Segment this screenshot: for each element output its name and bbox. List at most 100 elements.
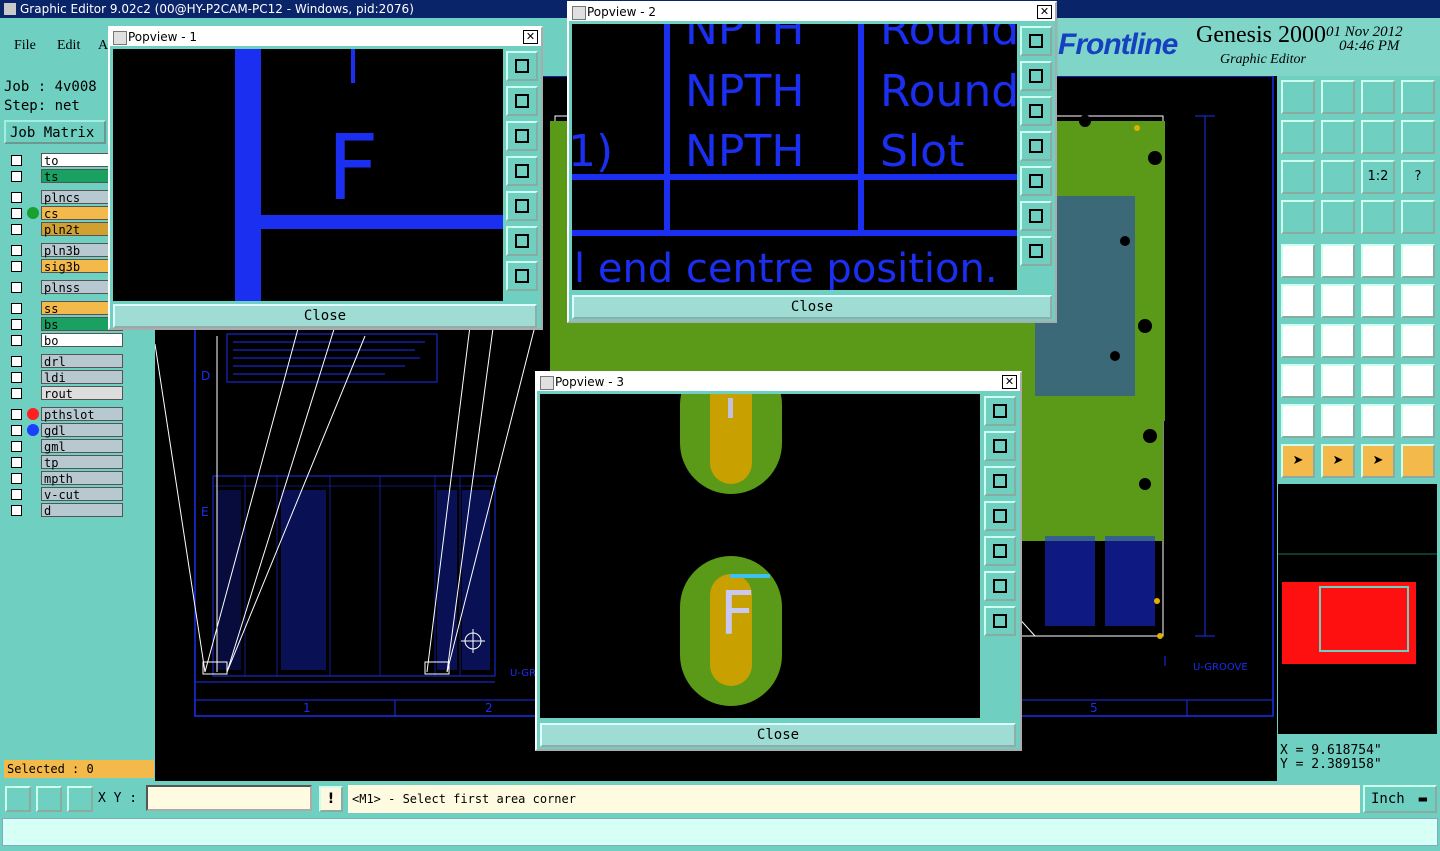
tools-icon[interactable] bbox=[1281, 200, 1315, 234]
add-pad-icon[interactable] bbox=[1281, 244, 1315, 278]
layer-row-d[interactable]: d bbox=[5, 503, 125, 518]
scale-icon[interactable]: 1:2 bbox=[1361, 160, 1395, 194]
zoom-out-button[interactable] bbox=[1020, 236, 1052, 266]
popview-3-close-button[interactable]: Close bbox=[540, 723, 1016, 747]
layer-row-ss[interactable]: ss bbox=[5, 301, 125, 316]
layer-checkbox[interactable] bbox=[11, 372, 22, 383]
minimap[interactable] bbox=[1278, 484, 1437, 734]
swap-icon[interactable] bbox=[1361, 120, 1395, 154]
select-box-icon[interactable] bbox=[1401, 244, 1435, 278]
snap-right-icon[interactable] bbox=[1321, 120, 1355, 154]
layer-active-dot[interactable] bbox=[27, 408, 39, 420]
grid-button[interactable] bbox=[67, 786, 93, 812]
layer-name[interactable]: tp bbox=[41, 455, 123, 470]
zoom-box-button[interactable] bbox=[5, 786, 31, 812]
split-view-icon[interactable] bbox=[1401, 80, 1435, 114]
help-icon[interactable]: ? bbox=[1401, 160, 1435, 194]
layer-row-mpth[interactable]: mpth bbox=[5, 471, 125, 486]
xy-input[interactable] bbox=[146, 785, 312, 811]
grid-icon[interactable] bbox=[1321, 200, 1355, 234]
close-icon[interactable]: ✕ bbox=[523, 30, 538, 44]
layer-name[interactable]: mpth bbox=[41, 471, 123, 486]
layers-alt-icon[interactable] bbox=[1401, 200, 1435, 234]
layer-checkbox[interactable] bbox=[11, 489, 22, 500]
zoom-out-button[interactable] bbox=[506, 261, 538, 291]
layer-checkbox[interactable] bbox=[11, 335, 22, 346]
pan-down-button[interactable] bbox=[1020, 96, 1052, 126]
popview-1-view[interactable]: F bbox=[113, 49, 503, 301]
layer-row-plncs[interactable]: plncs bbox=[5, 190, 125, 205]
zoom-in-button[interactable] bbox=[984, 571, 1016, 601]
pan-right-button[interactable] bbox=[506, 191, 538, 221]
popview-3-view[interactable]: F bbox=[540, 394, 980, 718]
layer-checkbox[interactable] bbox=[11, 155, 22, 166]
text-icon[interactable] bbox=[1401, 324, 1435, 358]
layer-row-ldi[interactable]: ldi bbox=[5, 370, 125, 385]
layer-checkbox[interactable] bbox=[11, 356, 22, 367]
cut-icon[interactable] bbox=[1321, 364, 1355, 398]
ruler-icon[interactable] bbox=[1361, 244, 1395, 278]
pan-left-button[interactable] bbox=[984, 501, 1016, 531]
home-icon[interactable] bbox=[1361, 80, 1395, 114]
layer-checkbox[interactable] bbox=[11, 282, 22, 293]
layer-row-sig3b[interactable]: sig3b bbox=[5, 259, 125, 274]
alert-button[interactable]: ! bbox=[319, 786, 343, 812]
layer-checkbox[interactable] bbox=[11, 171, 22, 182]
layer-active-dot[interactable] bbox=[27, 207, 39, 219]
layer-checkbox[interactable] bbox=[11, 224, 22, 235]
pan-down-button[interactable] bbox=[984, 466, 1016, 496]
layer-name[interactable]: rout bbox=[41, 386, 123, 401]
pan-right-button[interactable] bbox=[984, 536, 1016, 566]
layer-name[interactable]: ldi bbox=[41, 370, 123, 385]
measure-button[interactable] bbox=[36, 786, 62, 812]
close-icon[interactable]: ✕ bbox=[1037, 5, 1052, 19]
layer-checkbox[interactable] bbox=[11, 388, 22, 399]
center-icon[interactable] bbox=[1321, 160, 1355, 194]
pan-left-button[interactable] bbox=[1020, 131, 1052, 161]
menu-file[interactable]: File bbox=[14, 38, 36, 54]
layer-name[interactable]: d bbox=[41, 503, 123, 518]
layer-row-plnss[interactable]: plnss bbox=[5, 280, 125, 295]
triangle-icon[interactable] bbox=[1281, 404, 1315, 438]
pointer-frame-icon[interactable]: ➤ bbox=[1361, 444, 1395, 478]
arch-icon[interactable] bbox=[1361, 404, 1395, 438]
layer-row-bs[interactable]: bs bbox=[5, 317, 125, 332]
snap-left-icon[interactable] bbox=[1281, 120, 1315, 154]
layer-row-ts[interactable]: ts bbox=[5, 169, 125, 184]
menu-edit[interactable]: Edit bbox=[57, 38, 80, 54]
layer-name[interactable]: bo bbox=[41, 333, 123, 348]
layer-checkbox[interactable] bbox=[11, 303, 22, 314]
connect-icon[interactable] bbox=[1281, 284, 1315, 318]
layer-checkbox[interactable] bbox=[11, 441, 22, 452]
layer-row-cs[interactable]: cs bbox=[5, 206, 125, 221]
pan-up-button[interactable] bbox=[1020, 61, 1052, 91]
line-icon[interactable] bbox=[1321, 324, 1355, 358]
delete-icon[interactable] bbox=[1321, 284, 1355, 318]
zoom-fit-button[interactable] bbox=[506, 51, 538, 81]
layer-name[interactable]: gdl bbox=[41, 423, 123, 438]
layer-checkbox[interactable] bbox=[11, 457, 22, 468]
layer-row-to[interactable]: to bbox=[5, 153, 125, 168]
zoom-in-button[interactable] bbox=[506, 226, 538, 256]
fit-icon[interactable] bbox=[1281, 160, 1315, 194]
layer-row-rout[interactable]: rout bbox=[5, 386, 125, 401]
layer-row-v-cut[interactable]: v-cut bbox=[5, 487, 125, 502]
popview-1-close-button[interactable]: Close bbox=[113, 304, 537, 328]
layer-checkbox[interactable] bbox=[11, 409, 22, 420]
layer-checkbox[interactable] bbox=[11, 208, 22, 219]
layer-row-tp[interactable]: tp bbox=[5, 455, 125, 470]
layer-name[interactable]: gml bbox=[41, 439, 123, 454]
layer-name[interactable]: pthslot bbox=[41, 407, 123, 422]
layer-row-pthslot[interactable]: pthslot bbox=[5, 407, 125, 422]
layer-name[interactable]: v-cut bbox=[41, 487, 123, 502]
layer-row-bo[interactable]: bo bbox=[5, 333, 125, 348]
zoom-fit-button[interactable] bbox=[1020, 26, 1052, 56]
layer-row-pln3b[interactable]: pln3b bbox=[5, 243, 125, 258]
pan-up-button[interactable] bbox=[984, 431, 1016, 461]
arch-alt-icon[interactable] bbox=[1401, 404, 1435, 438]
zoom-region-icon[interactable] bbox=[1361, 364, 1395, 398]
popview-2-close-button[interactable]: Close bbox=[572, 295, 1052, 319]
pan-left-button[interactable] bbox=[506, 156, 538, 186]
layer-name[interactable]: drl bbox=[41, 354, 123, 369]
layer-row-drl[interactable]: drl bbox=[5, 354, 125, 369]
